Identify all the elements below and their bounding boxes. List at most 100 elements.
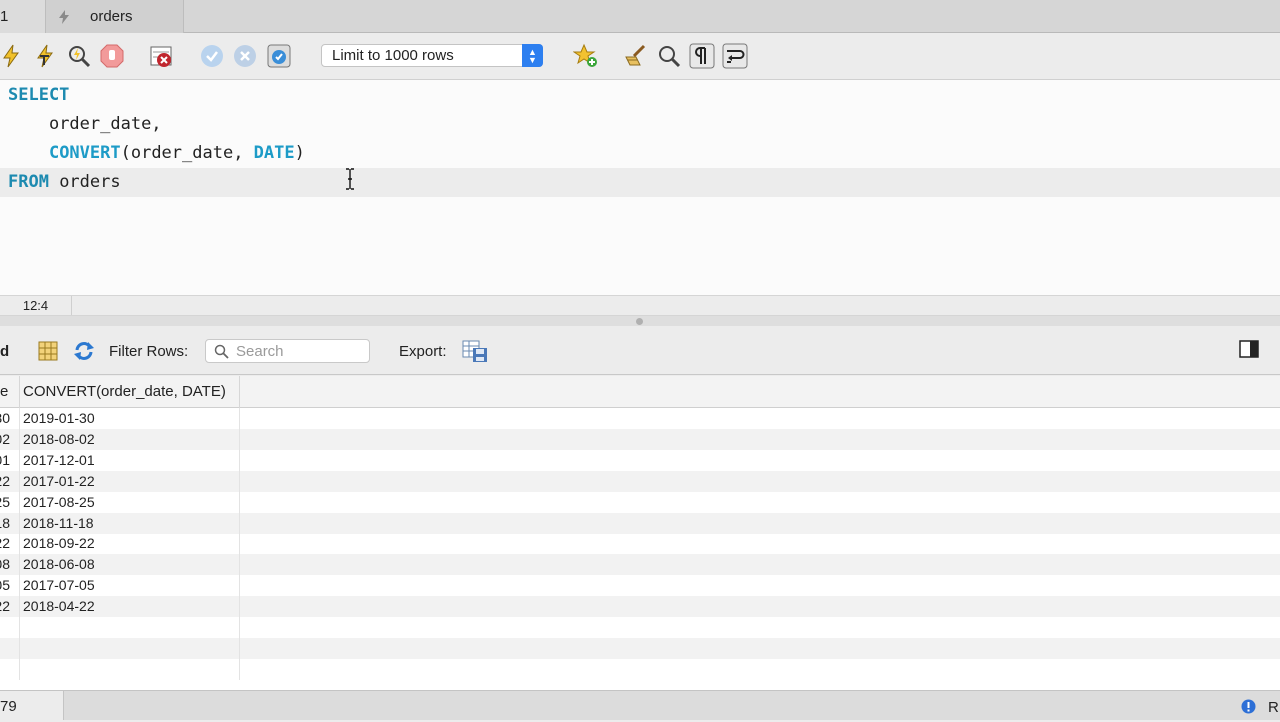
table-cell[interactable]: 22 [0, 596, 20, 618]
empty-table-row[interactable] [0, 658, 1280, 680]
table-row[interactable]: 01 2017-12-01 [0, 449, 1280, 471]
filter-search-box[interactable] [205, 339, 370, 363]
stop-on-error-button[interactable] [149, 43, 175, 69]
code-line-current: FROM orders [0, 168, 1280, 197]
rollback-button[interactable] [232, 43, 258, 69]
editor-status-bar: 12:4 [0, 295, 1280, 316]
query-tab-bar: 1 orders [0, 0, 1280, 33]
table-cell[interactable] [20, 617, 240, 638]
column-header[interactable]: e [0, 376, 20, 408]
table-row[interactable]: 08 2018-06-08 [0, 554, 1280, 576]
result-title: d [0, 343, 10, 360]
code-text: (order_date, [120, 143, 254, 163]
table-cell[interactable]: 18 [0, 512, 20, 534]
code-line: SELECT [0, 81, 1280, 110]
find-icon [659, 46, 681, 68]
table-row[interactable]: 22 2018-04-22 [0, 596, 1280, 618]
explain-icon [69, 46, 91, 68]
table-row[interactable]: 30 2019-01-30 [0, 408, 1280, 429]
stop-on-error-icon [150, 46, 172, 67]
result-toolbar: d Filter Rows: Export: [0, 326, 1280, 375]
splitter-handle-icon[interactable] [636, 318, 643, 325]
search-icon [214, 344, 229, 359]
result-grid[interactable]: e CONVERT(order_date, DATE) 30 2019-01-30… [0, 376, 1280, 690]
toggle-panel-icon[interactable] [1239, 340, 1259, 358]
table-cell[interactable]: 2017-12-01 [20, 449, 240, 471]
invisible-chars-button[interactable] [689, 43, 715, 69]
column-header[interactable]: CONVERT(order_date, DATE) [20, 376, 240, 408]
table-row[interactable]: 05 2017-07-05 [0, 575, 1280, 597]
table-cell[interactable]: 2018-06-08 [20, 554, 240, 576]
table-cell[interactable]: 2018-04-22 [20, 596, 240, 618]
table-cell[interactable]: 08 [0, 554, 20, 576]
status-left-text: 79 [0, 691, 64, 720]
limit-rows-select[interactable]: Limit to 1000 rows ▲ ▼ [321, 44, 543, 67]
table-cell[interactable]: 05 [0, 575, 20, 597]
table-cell[interactable] [0, 617, 20, 638]
code-text: ) [294, 143, 305, 163]
execute-current-button[interactable] [32, 43, 58, 69]
table-cell[interactable]: 22 [0, 533, 20, 555]
table-cell[interactable] [0, 658, 20, 680]
beautify-button[interactable] [622, 43, 648, 69]
table-cell[interactable]: 2017-01-22 [20, 470, 240, 492]
execute-button[interactable] [0, 43, 24, 69]
filter-rows-label: Filter Rows: [109, 343, 189, 360]
empty-table-row[interactable] [0, 617, 1280, 638]
export-icon[interactable] [462, 339, 488, 363]
panel-splitter[interactable] [0, 316, 1280, 326]
cell-text: 02 [0, 430, 10, 447]
table-row[interactable]: 22 2018-09-22 [0, 533, 1280, 555]
search-input[interactable] [236, 342, 366, 361]
find-button[interactable] [656, 43, 682, 69]
table-row[interactable]: 25 2017-08-25 [0, 491, 1280, 513]
table-cell[interactable]: 2017-08-25 [20, 491, 240, 513]
autocommit-button[interactable] [266, 43, 292, 69]
limit-rows-value: Limit to 1000 rows [332, 47, 454, 64]
add-snippet-button[interactable] [572, 43, 599, 69]
table-cell[interactable] [0, 637, 20, 659]
lightning-icon [59, 9, 69, 24]
table-row[interactable]: 22 2017-01-22 [0, 470, 1280, 492]
table-cell[interactable]: 2018-08-02 [20, 428, 240, 450]
tab-previous[interactable]: 1 [0, 0, 46, 33]
table-cell[interactable]: 02 [0, 428, 20, 450]
sql-editor[interactable]: SELECT order_date, CONVERT(order_date, D… [0, 80, 1280, 295]
execute-current-icon [37, 44, 53, 68]
beautify-icon [625, 44, 646, 66]
cell-text: 30 [0, 410, 10, 426]
stop-button[interactable] [99, 43, 125, 69]
table-row[interactable]: 02 2018-08-02 [0, 428, 1280, 450]
cursor-position: 12:4 [0, 296, 72, 315]
empty-table-row[interactable] [0, 637, 1280, 659]
table-cell[interactable]: 2017-07-05 [20, 575, 240, 597]
table-cell[interactable]: 2019-01-30 [20, 408, 240, 429]
table-cell[interactable]: 01 [0, 449, 20, 471]
table-cell[interactable]: 2018-11-18 [20, 512, 240, 534]
table-cell[interactable]: 30 [0, 408, 20, 429]
cell-text: 18 [0, 514, 10, 531]
info-icon[interactable] [1241, 699, 1256, 714]
column-grid-icon[interactable] [38, 341, 58, 361]
table-cell[interactable]: 22 [0, 470, 20, 492]
sql-keyword: FROM [8, 172, 49, 192]
explain-button[interactable] [66, 43, 92, 69]
commit-button[interactable] [199, 43, 225, 69]
wrap-lines-button[interactable] [722, 43, 748, 69]
sql-keyword: DATE [253, 143, 295, 163]
export-label: Export: [399, 343, 447, 360]
table-cell[interactable]: 2018-09-22 [20, 533, 240, 555]
cell-text: 22 [0, 472, 10, 489]
text-cursor-icon [346, 168, 354, 190]
rollback-icon [234, 45, 256, 67]
tab-orders[interactable]: orders [46, 0, 184, 33]
cell-text: 22 [0, 535, 10, 552]
sql-keyword: SELECT [8, 85, 70, 105]
add-snippet-icon [572, 43, 597, 67]
refresh-icon[interactable] [73, 340, 95, 362]
table-row[interactable]: 18 2018-11-18 [0, 512, 1280, 534]
table-cell[interactable] [20, 658, 240, 680]
table-cell[interactable]: 25 [0, 491, 20, 513]
execute-icon [3, 44, 19, 68]
table-cell[interactable] [20, 637, 240, 659]
